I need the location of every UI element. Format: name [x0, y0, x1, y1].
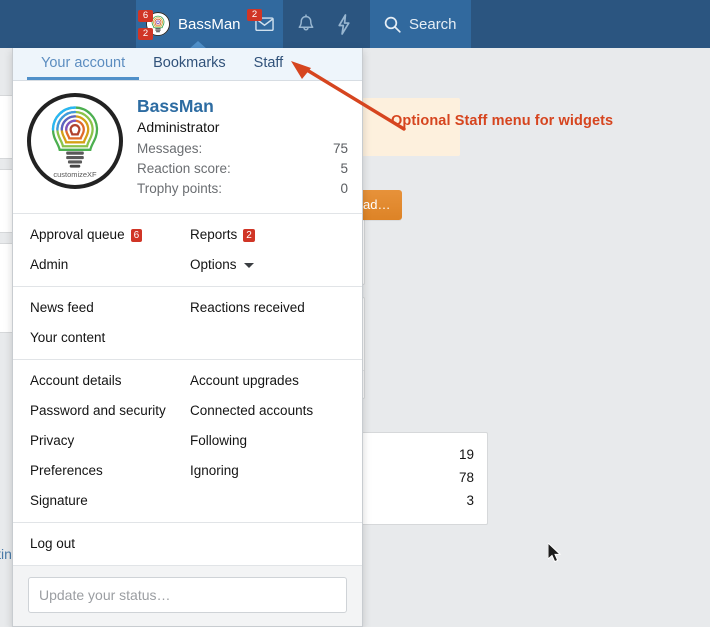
menu-row: News feed Reactions received	[13, 293, 362, 323]
menu-item-label: Reports	[190, 227, 238, 242]
menu-item-options[interactable]: Options	[188, 250, 362, 280]
menu-item-label: Reactions received	[190, 300, 305, 315]
inbox-icon-button[interactable]: 2	[245, 0, 283, 48]
menu-row: Privacy Following	[13, 426, 362, 456]
menu-item-count: 2	[243, 228, 255, 242]
menu-item-label: Connected accounts	[190, 403, 314, 418]
search-button[interactable]: Search	[370, 0, 471, 48]
profile-name[interactable]: BassMan	[137, 95, 348, 117]
menu-item-reports[interactable]: Reports 2	[188, 220, 362, 250]
profile-stat-label: Reaction score:	[137, 161, 231, 176]
menu-item-empty	[188, 323, 362, 353]
menu-item-label: Approval queue	[30, 227, 125, 242]
chevron-down-icon	[243, 262, 254, 268]
search-icon	[384, 16, 401, 33]
menu-item-ignoring[interactable]: Ignoring	[188, 456, 362, 486]
menu-item-label: News feed	[30, 300, 94, 315]
menu-item-privacy[interactable]: Privacy	[13, 426, 188, 456]
bolt-icon-button[interactable]	[325, 0, 363, 48]
search-label: Search	[409, 15, 457, 33]
menu-group-content: News feed Reactions received Your conten…	[13, 287, 362, 360]
menu-item-label: Signature	[30, 493, 88, 508]
account-dropdown-menu: Your account Bookmarks Staff customizeXF…	[12, 48, 363, 627]
menu-item-reactions-received[interactable]: Reactions received	[188, 293, 362, 323]
profile-stat-label: Messages:	[137, 141, 203, 156]
menu-row: Your content	[13, 323, 362, 353]
stat-value: 78	[458, 470, 474, 485]
nav-user-name: BassMan	[178, 15, 241, 33]
alerts-icon-button[interactable]	[287, 0, 325, 48]
menu-item-news-feed[interactable]: News feed	[13, 293, 188, 323]
stat-value: 3	[466, 493, 474, 508]
menu-item-empty	[188, 486, 362, 516]
nav-avatar-wrap: 6 2	[138, 10, 170, 40]
menu-item-label: Ignoring	[190, 463, 239, 478]
profile-stat-value: 5	[340, 161, 348, 176]
tab-your-account[interactable]: Your account	[27, 48, 140, 80]
menu-group-moderation: Approval queue 6 Reports 2 Admin Options	[13, 214, 362, 287]
menu-item-label: Options	[190, 257, 237, 272]
menu-row: Log out	[13, 529, 362, 559]
annotation-label: Optional Staff menu for widgets	[391, 113, 614, 129]
menu-item-preferences[interactable]: Preferences	[13, 456, 188, 486]
menu-item-connected-accounts[interactable]: Connected accounts	[188, 396, 362, 426]
menu-item-account-details[interactable]: Account details	[13, 366, 188, 396]
tab-bookmarks[interactable]: Bookmarks	[139, 48, 240, 80]
profile-stat-row: Reaction score: 5	[137, 159, 348, 179]
profile-stat-value: 0	[340, 181, 348, 196]
menu-item-label: Password and security	[30, 403, 166, 418]
menu-row: Password and security Connected accounts	[13, 396, 362, 426]
menu-item-signature[interactable]: Signature	[13, 486, 188, 516]
menu-item-label: Your content	[30, 330, 106, 345]
menu-tab-bar: Your account Bookmarks Staff	[13, 48, 362, 81]
profile-stat-value: 75	[332, 141, 348, 156]
nav-avatar-badge-bottom: 2	[138, 28, 153, 40]
bell-icon	[298, 14, 314, 31]
inbox-badge: 2	[247, 9, 262, 21]
menu-row: Preferences Ignoring	[13, 456, 362, 486]
menu-item-label: Admin	[30, 257, 69, 272]
nav-avatar-badge-top: 6	[138, 10, 153, 22]
profile-stat-row: Trophy points: 0	[137, 179, 348, 199]
lightning-icon	[338, 13, 350, 35]
profile-summary: customizeXF BassMan Administrator Messag…	[13, 81, 362, 214]
menu-item-label: Preferences	[30, 463, 103, 478]
menu-row: Admin Options	[13, 250, 362, 280]
menu-item-password-and-security[interactable]: Password and security	[13, 396, 188, 426]
menu-row: Signature	[13, 486, 362, 516]
menu-item-label: Account upgrades	[190, 373, 299, 388]
menu-item-label: Following	[190, 433, 248, 448]
status-update-area	[13, 566, 362, 626]
menu-group-account: Account details Account upgrades Passwor…	[13, 360, 362, 523]
menu-group-session: Log out	[13, 523, 362, 566]
menu-item-label: Account details	[30, 373, 122, 388]
menu-item-label: Privacy	[30, 433, 75, 448]
profile-stat-row: Messages: 75	[137, 139, 348, 159]
menu-item-following[interactable]: Following	[188, 426, 362, 456]
top-navigation-bar: 6 2 BassMan 2 Search	[0, 0, 710, 48]
menu-item-account-upgrades[interactable]: Account upgrades	[188, 366, 362, 396]
stat-value: 19	[458, 447, 474, 462]
avatar-caption: customizeXF	[53, 170, 97, 179]
tab-staff[interactable]: Staff	[240, 48, 298, 80]
menu-item-count: 6	[130, 228, 143, 242]
profile-user-title: Administrator	[137, 119, 220, 135]
menu-item-approval-queue[interactable]: Approval queue 6	[13, 220, 188, 250]
menu-row: Approval queue 6 Reports 2	[13, 220, 362, 250]
menu-item-admin[interactable]: Admin	[13, 250, 188, 280]
profile-info: BassMan Administrator Messages: 75 React…	[137, 93, 348, 199]
menu-item-label: Log out	[30, 536, 76, 551]
profile-stat-label: Trophy points:	[137, 181, 223, 196]
menu-row: Account details Account upgrades	[13, 366, 362, 396]
menu-item-your-content[interactable]: Your content	[13, 323, 188, 353]
menu-item-log-out[interactable]: Log out	[13, 529, 188, 559]
lightbulb-avatar-icon[interactable]: customizeXF	[27, 93, 123, 189]
status-input[interactable]	[28, 577, 347, 613]
